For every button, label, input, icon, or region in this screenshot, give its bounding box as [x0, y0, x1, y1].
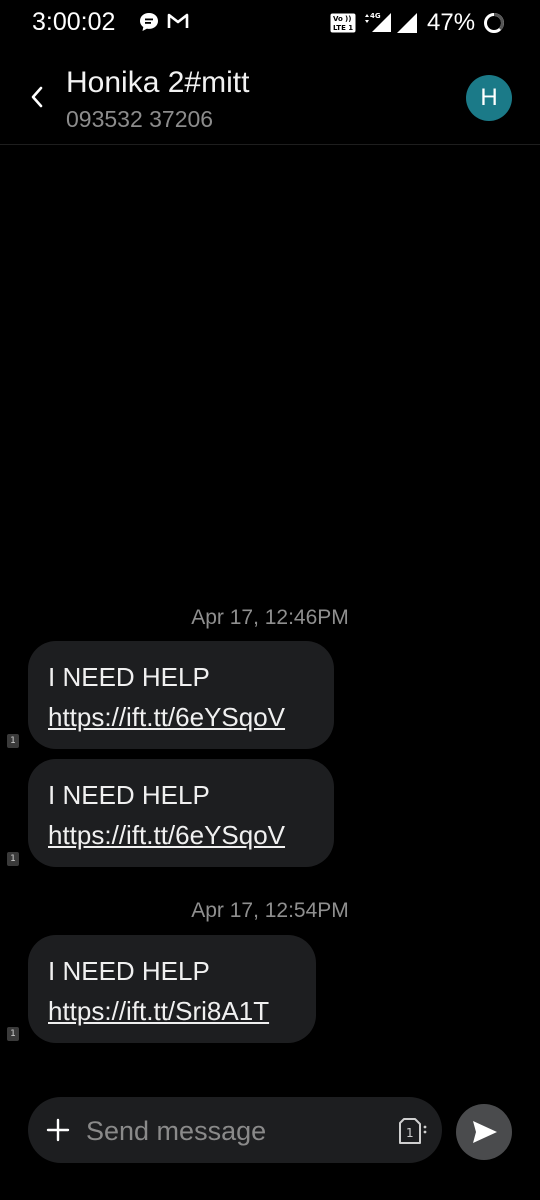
gmail-icon — [167, 12, 189, 35]
message-text: I NEED HELP — [48, 956, 210, 986]
sim-selector-button[interactable]: 1 — [396, 1116, 430, 1146]
attach-button[interactable] — [42, 1114, 74, 1146]
message-text: I NEED HELP — [48, 780, 210, 810]
plus-icon — [46, 1118, 70, 1142]
sim-badge: 1 — [7, 852, 19, 866]
send-icon — [473, 1121, 497, 1143]
conversation-header: Honika 2#mitt 093532 37206 H — [0, 52, 540, 145]
chevron-left-icon — [31, 86, 43, 108]
svg-text:4G: 4G — [370, 12, 381, 20]
message-link[interactable]: https://ift.tt/6eYSqoV — [48, 697, 314, 737]
contact-number: 093532 37206 — [66, 106, 214, 132]
svg-text:LTE 1: LTE 1 — [333, 24, 353, 32]
message-composer: 1 — [28, 1097, 442, 1163]
sim-badge: 1 — [7, 734, 19, 748]
message-timestamp: Apr 17, 12:54PM — [191, 899, 349, 922]
message-bubble[interactable]: I NEED HELP https://ift.tt/6eYSqoV — [28, 759, 334, 867]
chat-bubble-icon — [139, 12, 159, 37]
status-time: 3:00:02 — [32, 8, 116, 36]
battery-ring-icon — [483, 12, 505, 39]
svg-text:Vo: Vo — [333, 15, 343, 23]
message-link[interactable]: https://ift.tt/Sri8A1T — [48, 991, 296, 1031]
battery-percent: 47% — [427, 9, 476, 36]
svg-text:)): )) — [345, 15, 351, 23]
message-text: I NEED HELP — [48, 662, 210, 692]
message-bubble[interactable]: I NEED HELP https://ift.tt/6eYSqoV — [28, 641, 334, 749]
message-bubble[interactable]: I NEED HELP https://ift.tt/Sri8A1T — [28, 935, 316, 1043]
message-link[interactable]: https://ift.tt/6eYSqoV — [48, 815, 314, 855]
volte-icon: Vo )) LTE 1 — [330, 13, 356, 38]
contact-avatar[interactable]: H — [466, 75, 512, 121]
status-bar: 3:00:02 Vo )) LTE 1 4G 47% — [0, 0, 540, 48]
signal-icon — [396, 12, 418, 39]
message-input[interactable] — [84, 1109, 388, 1153]
back-button[interactable] — [22, 78, 52, 116]
send-button[interactable] — [456, 1104, 512, 1160]
svg-text:1: 1 — [406, 1126, 414, 1140]
contact-name[interactable]: Honika 2#mitt — [66, 66, 249, 100]
message-timestamp: Apr 17, 12:46PM — [191, 606, 349, 629]
4g-signal-icon: 4G — [364, 11, 392, 38]
sim-badge: 1 — [7, 1027, 19, 1041]
sim-card-icon: 1 — [399, 1118, 427, 1144]
